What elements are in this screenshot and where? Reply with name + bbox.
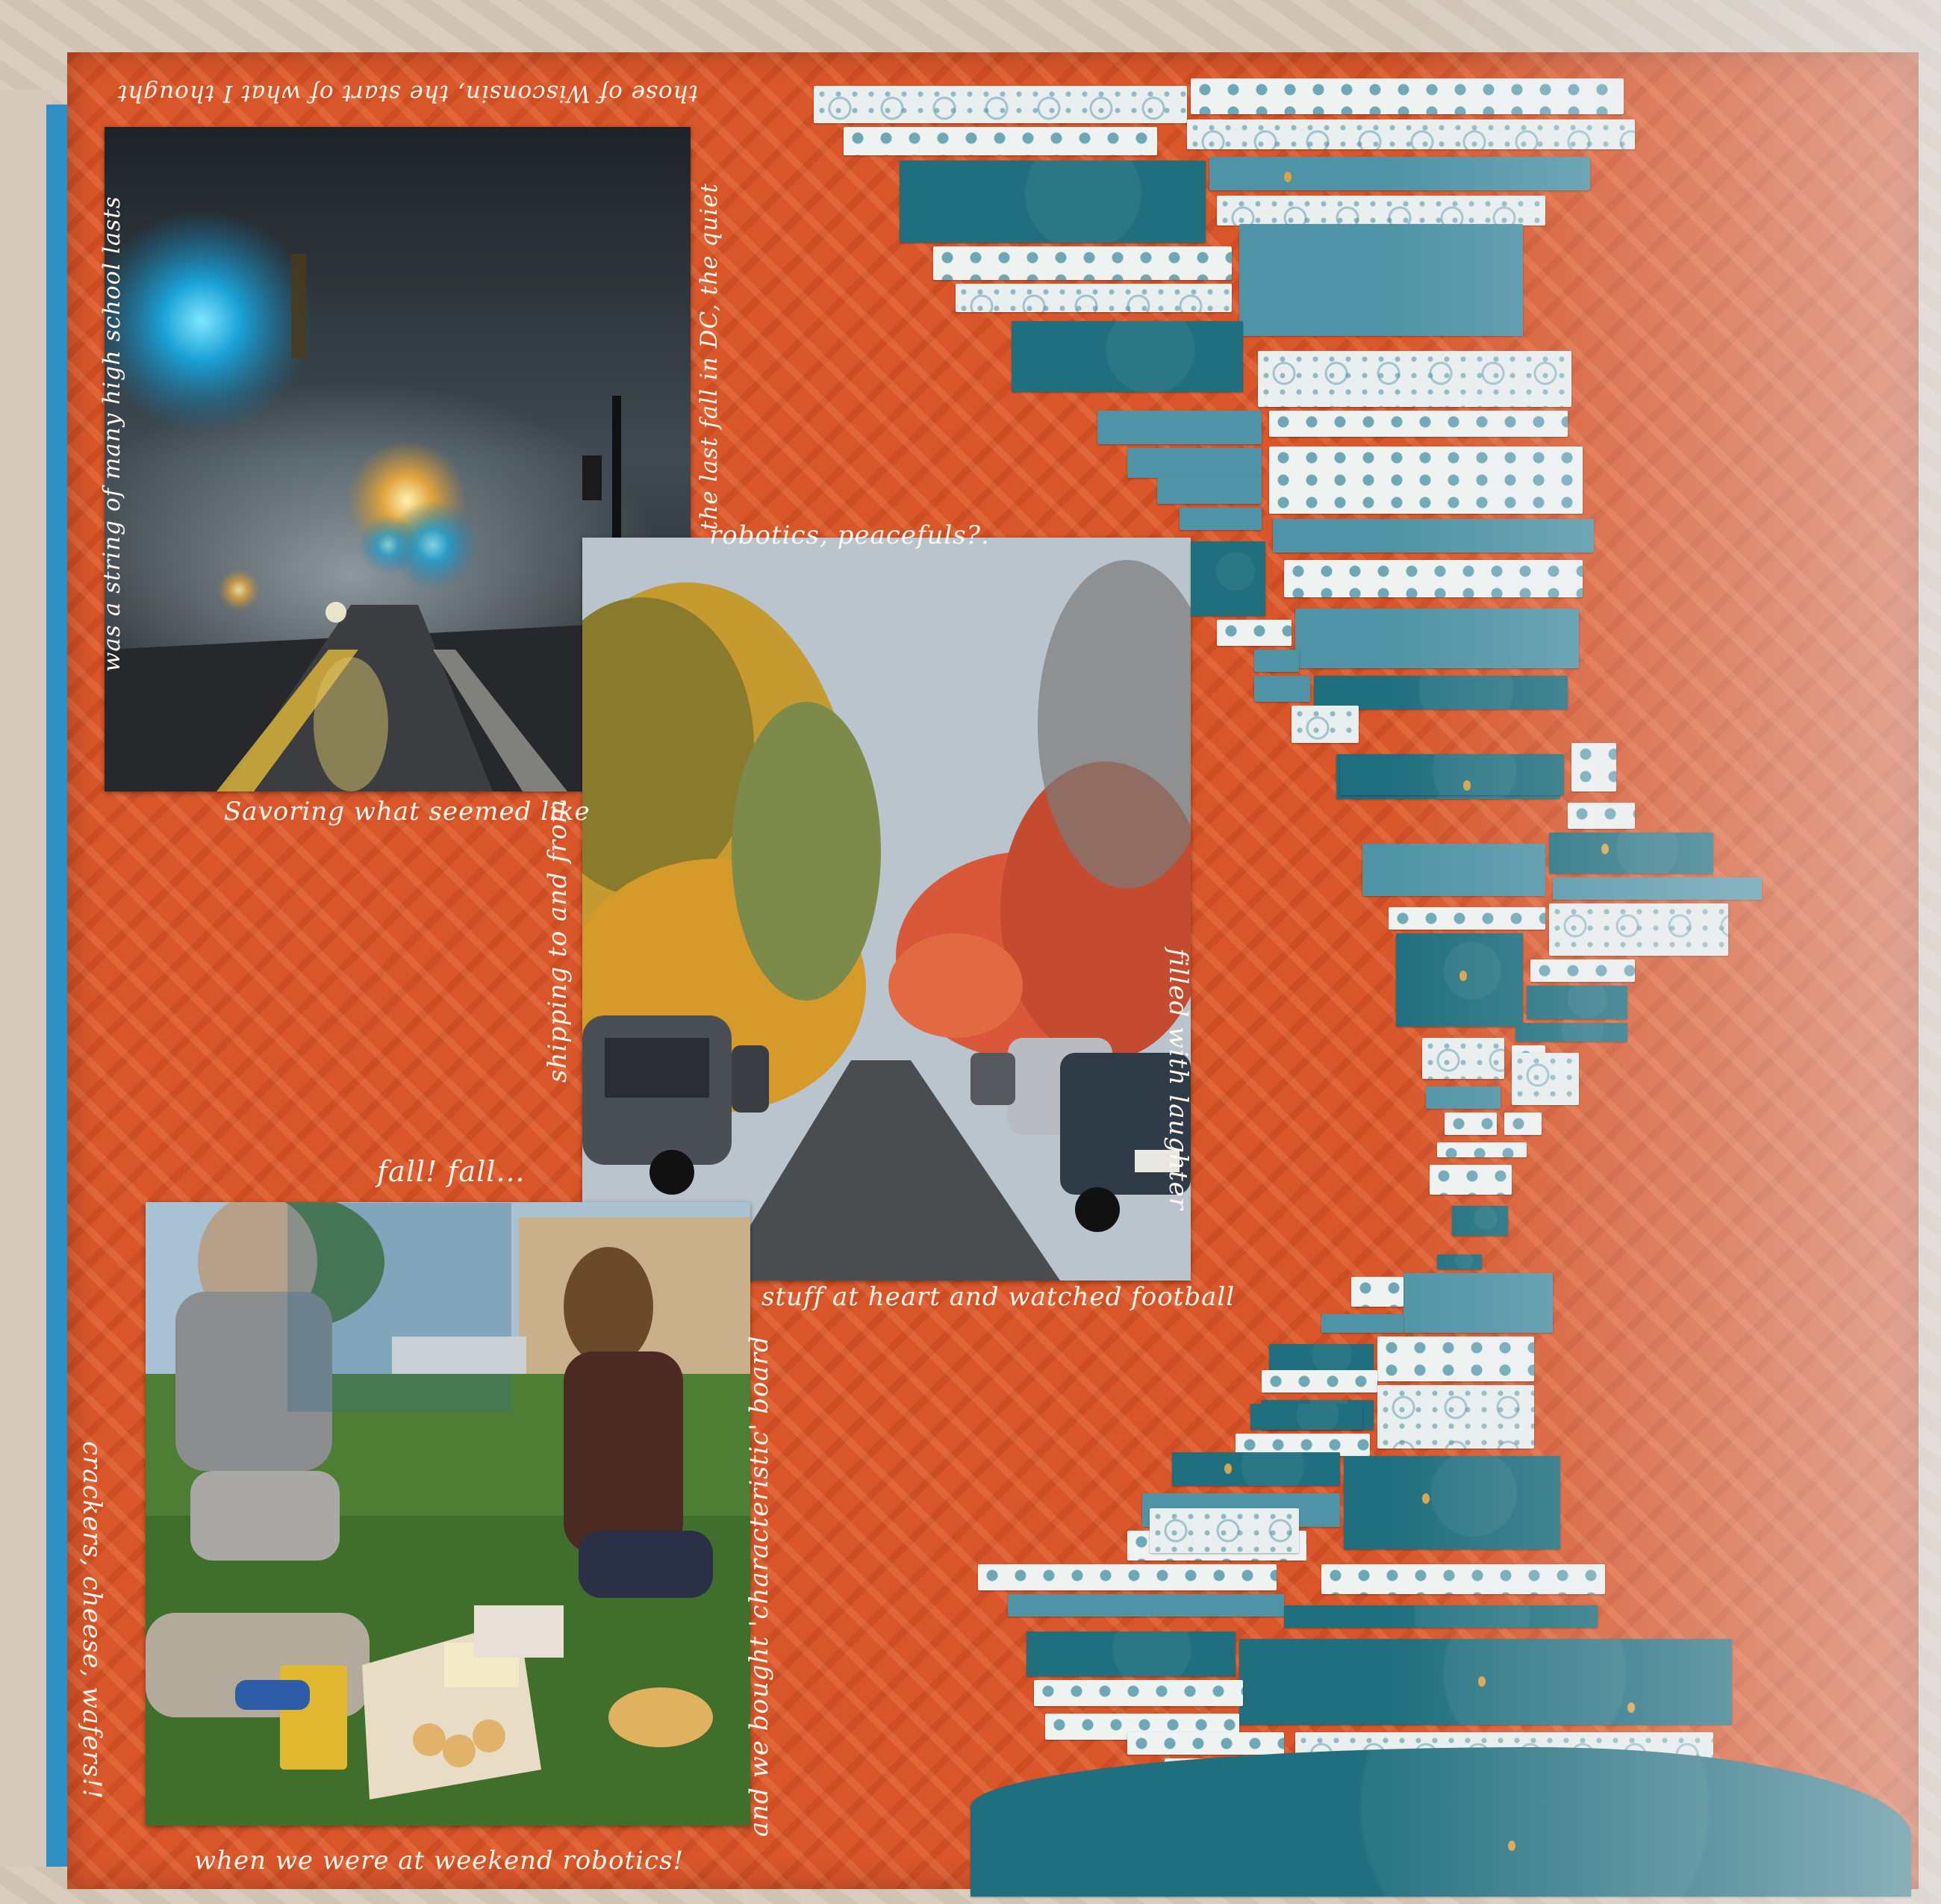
paper-strip — [1008, 1594, 1284, 1617]
paper-strip — [978, 1564, 1277, 1590]
paper-strip — [844, 127, 1157, 155]
paper-strip — [1254, 650, 1299, 672]
paper-strip — [1127, 1732, 1284, 1755]
paper-strip — [1250, 1404, 1362, 1430]
paper-strip — [1180, 508, 1262, 530]
paper-strip — [814, 86, 1187, 123]
paper-strip — [1172, 1452, 1340, 1486]
paper-strip — [1262, 1370, 1377, 1393]
paper-strip — [1191, 541, 1265, 616]
paper-strip — [1254, 676, 1310, 702]
paper-strip — [1097, 411, 1262, 444]
paper-strip — [1292, 706, 1359, 743]
gold-dot — [1224, 1463, 1232, 1474]
paper-strip — [1127, 448, 1262, 478]
paper-strip — [900, 161, 1206, 243]
paper-strip — [933, 246, 1232, 280]
paper-strip — [956, 284, 1232, 312]
paper-strip — [1157, 478, 1262, 504]
paper-strip — [1150, 1508, 1299, 1553]
paper-strip — [1026, 1631, 1236, 1676]
paper-strip — [1269, 1344, 1374, 1370]
paper-strip — [1034, 1680, 1243, 1706]
album-sleeve-glare — [1389, 0, 1941, 1904]
gold-dot — [1284, 172, 1292, 182]
paper-strip — [1012, 321, 1243, 392]
paper-strip — [1217, 620, 1292, 646]
